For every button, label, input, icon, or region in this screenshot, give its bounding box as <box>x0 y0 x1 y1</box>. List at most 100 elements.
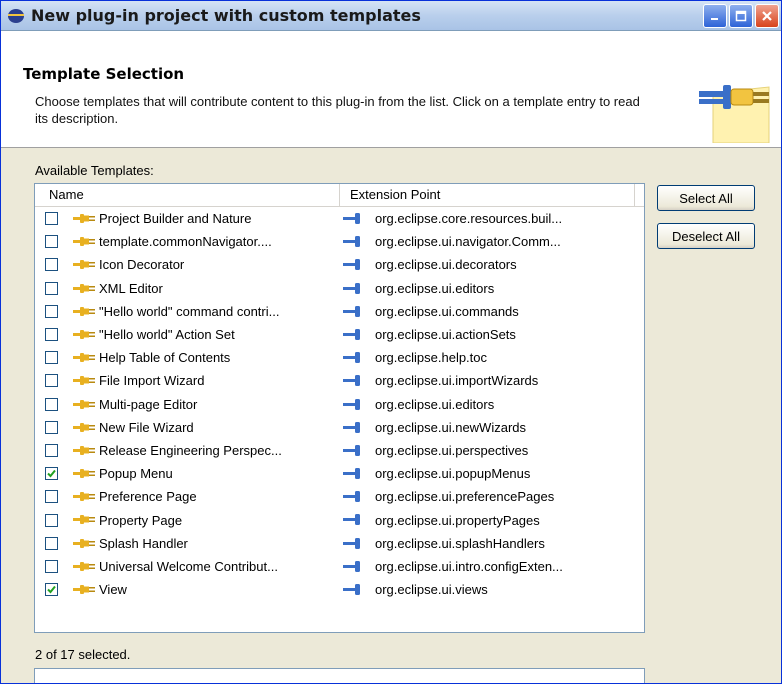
row-checkbox[interactable] <box>45 536 58 550</box>
template-name: Icon Decorator <box>99 257 185 273</box>
plug-icon <box>73 469 95 479</box>
plug-icon <box>73 376 95 386</box>
template-name: Property Page <box>99 512 183 528</box>
table-row[interactable]: New File Wizard org.eclipse.ui.newWizards <box>35 416 644 439</box>
table-row[interactable]: "Hello world" Action Set org.eclipse.ui.a… <box>35 323 644 346</box>
plug-icon <box>73 561 95 571</box>
extension-point-icon <box>343 468 360 480</box>
table-row[interactable]: "Hello world" command contri... org.eclip… <box>35 300 644 323</box>
maximize-icon <box>735 10 747 22</box>
template-name: Release Engineering Perspec... <box>99 442 282 458</box>
extension-point: org.eclipse.ui.decorators <box>375 257 517 273</box>
table-row[interactable]: Project Builder and Nature org.eclipse.co… <box>35 207 644 230</box>
title-bar[interactable]: New plug-in project with custom template… <box>1 1 781 31</box>
table-row[interactable]: File Import Wizard org.eclipse.ui.importW… <box>35 369 644 392</box>
table-row[interactable]: View org.eclipse.ui.views <box>35 578 644 601</box>
extension-point-icon <box>343 352 360 364</box>
row-checkbox[interactable] <box>45 397 58 411</box>
extension-point-icon <box>343 444 360 456</box>
row-checkbox[interactable] <box>45 304 58 318</box>
row-checkbox[interactable] <box>45 420 58 434</box>
extension-point-icon <box>343 491 360 503</box>
table-row[interactable]: template.commonNavigator.... org.eclipse.… <box>35 230 644 253</box>
plug-icon <box>73 399 95 409</box>
extension-point: org.eclipse.ui.actionSets <box>375 327 516 343</box>
extension-point: org.eclipse.ui.editors <box>375 280 495 296</box>
table-row[interactable]: Universal Welcome Contribut... org.eclips… <box>35 555 644 578</box>
extension-point-icon <box>343 375 360 387</box>
row-checkbox[interactable] <box>45 490 58 504</box>
plug-icon <box>73 283 95 293</box>
column-header-name[interactable]: Name <box>35 184 340 206</box>
table-row[interactable]: XML Editor org.eclipse.ui.editors <box>35 277 644 300</box>
plug-icon <box>73 329 95 339</box>
template-name: template.commonNavigator.... <box>99 234 272 250</box>
plug-icon <box>73 306 95 316</box>
select-all-button[interactable]: Select All <box>657 185 755 211</box>
extension-point-icon <box>343 537 360 549</box>
maximize-button[interactable] <box>729 4 753 28</box>
extension-point-icon <box>343 560 360 572</box>
template-name: Project Builder and Nature <box>99 211 252 227</box>
extension-point: org.eclipse.ui.perspectives <box>375 442 529 458</box>
template-name: Universal Welcome Contribut... <box>99 558 278 574</box>
extension-point-icon <box>343 514 360 526</box>
row-checkbox[interactable] <box>45 328 58 342</box>
column-header-extension-point[interactable]: Extension Point <box>340 184 635 206</box>
table-row[interactable]: Popup Menu org.eclipse.ui.popupMenus <box>35 462 644 485</box>
template-name: "Hello world" Action Set <box>99 327 235 343</box>
row-checkbox[interactable] <box>45 235 58 249</box>
table-body: Project Builder and Nature org.eclipse.co… <box>35 207 644 601</box>
dialog-window: New plug-in project with custom template… <box>0 0 782 684</box>
selection-status: 2 of 17 selected. <box>35 647 131 662</box>
table-row[interactable]: Multi-page Editor org.eclipse.ui.editors <box>35 393 644 416</box>
close-button[interactable] <box>755 4 779 28</box>
page-title: Template Selection <box>23 65 185 83</box>
extension-point: org.eclipse.ui.popupMenus <box>375 466 531 482</box>
row-checkbox[interactable] <box>45 351 58 365</box>
table-row[interactable]: Preference Page org.eclipse.ui.preference… <box>35 485 644 508</box>
row-checkbox[interactable] <box>45 513 58 527</box>
extension-point-icon <box>343 259 360 271</box>
extension-point-icon <box>343 282 360 294</box>
row-checkbox[interactable] <box>45 467 58 481</box>
minimize-icon <box>711 18 718 20</box>
row-checkbox[interactable] <box>45 212 58 226</box>
plug-icon <box>73 515 95 525</box>
extension-point-icon <box>343 421 360 433</box>
plug-icon <box>73 237 95 247</box>
extension-point-icon <box>343 213 360 224</box>
plug-in-project-icon <box>8 8 24 23</box>
template-name: Help Table of Contents <box>99 350 231 366</box>
extension-point: org.eclipse.ui.importWizards <box>375 373 539 389</box>
row-checkbox[interactable] <box>45 281 58 295</box>
plug-icon <box>73 422 95 432</box>
deselect-all-button[interactable]: Deselect All <box>657 223 755 249</box>
window-title: New plug-in project with custom template… <box>31 6 421 25</box>
row-checkbox[interactable] <box>45 374 58 388</box>
extension-point-icon <box>343 328 360 340</box>
row-checkbox[interactable] <box>45 258 58 272</box>
minimize-button[interactable] <box>703 4 727 28</box>
plug-icon <box>73 353 95 363</box>
extension-point-icon <box>343 236 360 248</box>
table-row[interactable]: Splash Handler org.eclipse.ui.splashHandl… <box>35 532 644 555</box>
extension-point-icon <box>343 584 360 595</box>
table-row[interactable]: Release Engineering Perspec... org.eclips… <box>35 439 644 462</box>
extension-point-icon <box>343 305 360 317</box>
row-checkbox[interactable] <box>45 583 58 597</box>
plug-icon <box>73 538 95 548</box>
template-name: Multi-page Editor <box>99 396 198 412</box>
extension-point: org.eclipse.help.toc <box>375 350 488 366</box>
extension-point-icon <box>343 398 360 410</box>
template-name: "Hello world" command contri... <box>99 303 280 319</box>
plug-icon <box>73 492 95 502</box>
template-name: File Import Wizard <box>99 373 205 389</box>
table-row[interactable]: Icon Decorator org.eclipse.ui.decorators <box>35 253 644 276</box>
row-checkbox[interactable] <box>45 443 58 457</box>
template-name: Popup Menu <box>99 466 173 482</box>
table-row[interactable]: Property Page org.eclipse.ui.propertyPage… <box>35 508 644 531</box>
row-checkbox[interactable] <box>45 559 58 573</box>
table-row[interactable]: Help Table of Contents org.eclipse.help.t… <box>35 346 644 369</box>
plug-icon <box>73 585 95 594</box>
